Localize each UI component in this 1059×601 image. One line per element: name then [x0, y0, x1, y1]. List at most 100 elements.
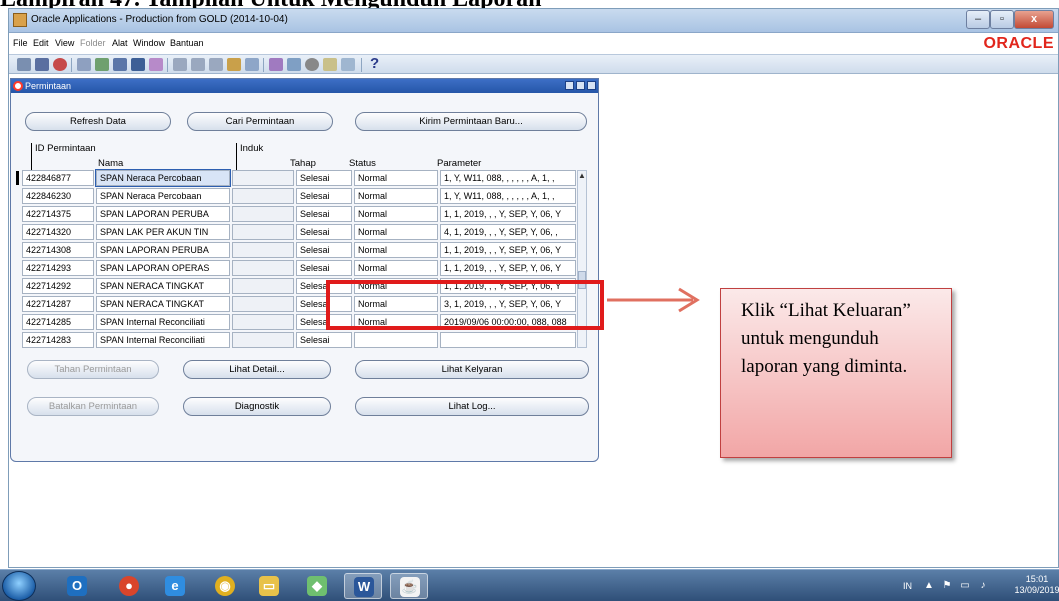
cut-icon[interactable]	[173, 58, 187, 71]
display-icon[interactable]: ▭	[959, 580, 971, 592]
cell-status[interactable]	[354, 332, 438, 348]
form-close-icon[interactable]	[587, 81, 596, 90]
edit-field-icon[interactable]	[269, 58, 283, 71]
cell-parent[interactable]	[232, 224, 294, 240]
cell-request-id[interactable]: 422714320	[22, 224, 94, 240]
taskbar-java[interactable]: ☕	[390, 573, 428, 599]
cell-status[interactable]: Normal	[354, 206, 438, 222]
cell-status[interactable]: Normal	[354, 188, 438, 204]
table-row[interactable]: 422714283 SPAN Internal Reconciliati Sel…	[22, 332, 582, 349]
cell-request-id[interactable]: 422846230	[22, 188, 94, 204]
view-details-button[interactable]: Lihat Detail...	[183, 360, 331, 379]
cell-parent[interactable]	[232, 260, 294, 276]
cell-parent[interactable]	[232, 278, 294, 294]
help-icon[interactable]: ?	[370, 55, 379, 72]
paste-icon[interactable]	[209, 58, 223, 71]
form-titlebar[interactable]: Permintaan	[11, 79, 598, 93]
taskbar-ie[interactable]: e	[156, 573, 194, 599]
clear-record-icon[interactable]	[227, 58, 241, 71]
cell-status[interactable]: Normal	[354, 224, 438, 240]
language-indicator[interactable]: IN	[903, 581, 912, 591]
cell-parent[interactable]	[232, 206, 294, 222]
table-row[interactable]: 422714293 SPAN LAPORAN OPERAS Selesai No…	[22, 260, 582, 277]
cell-phase[interactable]: Selesai	[296, 242, 352, 258]
menu-alat[interactable]: Alat	[112, 38, 128, 48]
find-icon[interactable]	[35, 58, 49, 71]
cell-request-id[interactable]: 422714293	[22, 260, 94, 276]
close-form-icon[interactable]	[113, 58, 127, 71]
table-row[interactable]: 422846877 SPAN Neraca Percobaan Selesai …	[16, 169, 582, 187]
cell-status[interactable]: Normal	[354, 260, 438, 276]
cell-name[interactable]: SPAN LAPORAN OPERAS	[96, 260, 230, 276]
close-button[interactable]: x	[1014, 10, 1054, 29]
delete-icon[interactable]	[245, 58, 259, 71]
cell-name[interactable]: SPAN LAPORAN PERUBA	[96, 206, 230, 222]
navigate-icon[interactable]	[53, 58, 67, 71]
minimize-button[interactable]: –	[966, 10, 990, 29]
cell-parameters[interactable]: 1, 1, 2019, , , Y, SEP, Y, 06, Y	[440, 260, 576, 276]
new-icon[interactable]	[17, 58, 31, 71]
scroll-up-icon[interactable]: ▲	[578, 171, 586, 181]
cell-parent[interactable]	[232, 242, 294, 258]
window-titlebar[interactable]: Oracle Applications - Production from GO…	[9, 9, 1058, 33]
taskbar-chrome[interactable]: ◉	[206, 573, 244, 599]
attach-icon[interactable]	[323, 58, 337, 71]
cell-request-id[interactable]: 422714287	[22, 296, 94, 312]
taskbar-word[interactable]: W	[344, 573, 382, 599]
zoom-icon[interactable]	[287, 58, 301, 71]
cell-parent[interactable]	[232, 314, 294, 330]
submit-new-request-button[interactable]: Kirim Permintaan Baru...	[355, 112, 587, 131]
cell-name[interactable]: SPAN Internal Reconciliati	[96, 314, 230, 330]
cell-request-id[interactable]: 422714292	[22, 278, 94, 294]
maximize-button[interactable]: ▫	[990, 10, 1014, 29]
cell-status[interactable]: Normal	[354, 242, 438, 258]
form-minimize-icon[interactable]	[565, 81, 574, 90]
cell-name[interactable]: SPAN NERACA TINGKAT	[96, 296, 230, 312]
cell-request-id[interactable]: 422714285	[22, 314, 94, 330]
diagnostics-button[interactable]: Diagnostik	[183, 397, 331, 416]
cell-name[interactable]: SPAN LAPORAN PERUBA	[96, 242, 230, 258]
tray-expand-icon[interactable]: ▲	[923, 580, 935, 592]
cell-parent[interactable]	[232, 296, 294, 312]
cell-parent[interactable]	[232, 332, 294, 348]
start-button[interactable]	[2, 571, 36, 601]
cell-phase[interactable]: Selesai	[296, 206, 352, 222]
cell-request-id[interactable]: 422714308	[22, 242, 94, 258]
save-icon[interactable]	[77, 58, 91, 71]
view-output-button[interactable]: Lihat Kelyaran	[355, 360, 589, 379]
cell-phase[interactable]: Selesai	[296, 188, 352, 204]
taskbar-app[interactable]: ●	[110, 573, 148, 599]
taskbar-explorer[interactable]: ▭	[250, 573, 288, 599]
cell-phase[interactable]: Selesai	[296, 170, 352, 186]
table-row[interactable]: 422846230 SPAN Neraca Percobaan Selesai …	[22, 188, 582, 205]
cell-parameters[interactable]: 1, Y, W11, 088, , , , , , A, 1, ,	[440, 188, 576, 204]
cell-name[interactable]: SPAN LAK PER AKUN TIN	[96, 224, 230, 240]
translations-icon[interactable]	[305, 58, 319, 71]
table-row[interactable]: 422714308 SPAN LAPORAN PERUBA Selesai No…	[22, 242, 582, 259]
form-maximize-icon[interactable]	[576, 81, 585, 90]
view-log-button[interactable]: Lihat Log...	[355, 397, 589, 416]
cell-parent[interactable]	[232, 170, 294, 186]
cell-name[interactable]: SPAN Internal Reconciliati	[96, 332, 230, 348]
cell-parameters[interactable]: 1, 1, 2019, , , Y, SEP, Y, 06, Y	[440, 242, 576, 258]
cell-parameters[interactable]: 1, 1, 2019, , , Y, SEP, Y, 06, Y	[440, 206, 576, 222]
cell-name[interactable]: SPAN NERACA TINGKAT	[96, 278, 230, 294]
table-row[interactable]: 422714320 SPAN LAK PER AKUN TIN Selesai …	[22, 224, 582, 241]
save-proceed-icon[interactable]	[131, 58, 145, 71]
refresh-data-button[interactable]: Refresh Data	[25, 112, 171, 131]
menu-window[interactable]: Window	[133, 38, 165, 48]
menu-file[interactable]: File	[13, 38, 28, 48]
cell-parent[interactable]	[232, 188, 294, 204]
attachments-icon[interactable]	[149, 58, 163, 71]
network-flag-icon[interactable]: ⚑	[941, 580, 953, 592]
taskbar-app2[interactable]: ◆	[298, 573, 336, 599]
print-icon[interactable]	[95, 58, 109, 71]
find-requests-button[interactable]: Cari Permintaan	[187, 112, 333, 131]
cell-phase[interactable]: Selesai	[296, 260, 352, 276]
menu-edit[interactable]: Edit	[33, 38, 49, 48]
cell-parameters[interactable]: 1, Y, W11, 088, , , , , , A, 1, ,	[440, 170, 576, 186]
cell-name[interactable]: SPAN Neraca Percobaan	[95, 169, 231, 187]
table-row[interactable]: 422714375 SPAN LAPORAN PERUBA Selesai No…	[22, 206, 582, 223]
cell-name[interactable]: SPAN Neraca Percobaan	[96, 188, 230, 204]
cell-phase[interactable]: Selesai	[296, 224, 352, 240]
